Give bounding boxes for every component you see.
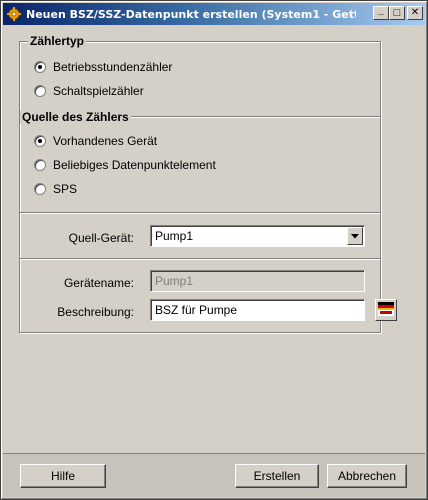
minimize-icon: _: [378, 5, 384, 16]
dialog-window: Neuen BSZ/SSZ-Datenpunkt erstellen (Syst…: [0, 0, 428, 500]
help-button[interactable]: Hilfe: [20, 464, 106, 488]
description-value: BSZ für Pumpe: [155, 303, 238, 317]
create-button[interactable]: Erstellen: [235, 464, 319, 488]
radio-button-icon: [34, 61, 46, 73]
radio-label: Beliebiges Datenpunktelement: [53, 158, 216, 172]
divider: [20, 212, 380, 214]
radio-button-icon: [34, 183, 46, 195]
device-name-field: Pump1: [150, 270, 365, 292]
radio-label: SPS: [53, 182, 78, 196]
cancel-button[interactable]: Abbrechen: [327, 464, 407, 488]
source-device-value: Pump1: [155, 229, 194, 243]
device-name-value: Pump1: [155, 274, 194, 288]
settings-panel: Zählertyp Betriebsstundenzähler Schaltsp…: [19, 34, 397, 333]
create-button-label: Erstellen: [253, 469, 301, 483]
language-flags-icon: [378, 301, 394, 319]
counter-source-title: Quelle des Zählers: [20, 110, 131, 124]
source-device-label: Quell-Gerät:: [68, 231, 134, 245]
radio-label: Vorhandenes Gerät: [53, 134, 158, 148]
counter-type-title: Zählertyp: [28, 34, 87, 48]
radio-label: Schaltspielzähler: [53, 84, 144, 98]
button-bar: Hilfe Erstellen Abbrechen: [3, 453, 425, 497]
description-label: Beschreibung:: [57, 305, 134, 319]
divider: [20, 258, 380, 260]
maximize-icon: □: [393, 6, 401, 19]
radio-any-datapoint-element[interactable]: Beliebiges Datenpunktelement: [34, 158, 216, 172]
radio-button-icon: [34, 159, 46, 171]
radio-existing-device[interactable]: Vorhandenes Gerät: [34, 134, 157, 148]
radio-button-icon: [34, 135, 46, 147]
title-bar[interactable]: Neuen BSZ/SSZ-Datenpunkt erstellen (Syst…: [3, 3, 425, 25]
close-icon: ✕: [410, 7, 420, 18]
close-button[interactable]: ✕: [407, 6, 423, 20]
maximize-button[interactable]: □: [389, 6, 405, 20]
window-title: Neuen BSZ/SSZ-Datenpunkt erstellen (Syst…: [26, 7, 356, 21]
language-button[interactable]: [375, 299, 397, 321]
device-name-label: Gerätename:: [63, 276, 134, 290]
source-device-combobox[interactable]: Pump1: [150, 225, 365, 247]
gear-icon: [6, 6, 22, 22]
radio-label: Betriebsstundenzähler: [53, 60, 173, 74]
radio-switching-cycle-counter[interactable]: Schaltspielzähler: [34, 84, 144, 98]
description-field[interactable]: BSZ für Pumpe: [150, 299, 365, 321]
minimize-button[interactable]: _: [373, 6, 389, 20]
cancel-button-label: Abbrechen: [337, 469, 397, 483]
radio-operating-hours-counter[interactable]: Betriebsstundenzähler: [34, 60, 172, 74]
radio-button-icon: [34, 85, 46, 97]
chevron-down-icon[interactable]: [347, 227, 363, 245]
radio-sps[interactable]: SPS: [34, 182, 77, 196]
help-button-label: Hilfe: [50, 469, 75, 483]
